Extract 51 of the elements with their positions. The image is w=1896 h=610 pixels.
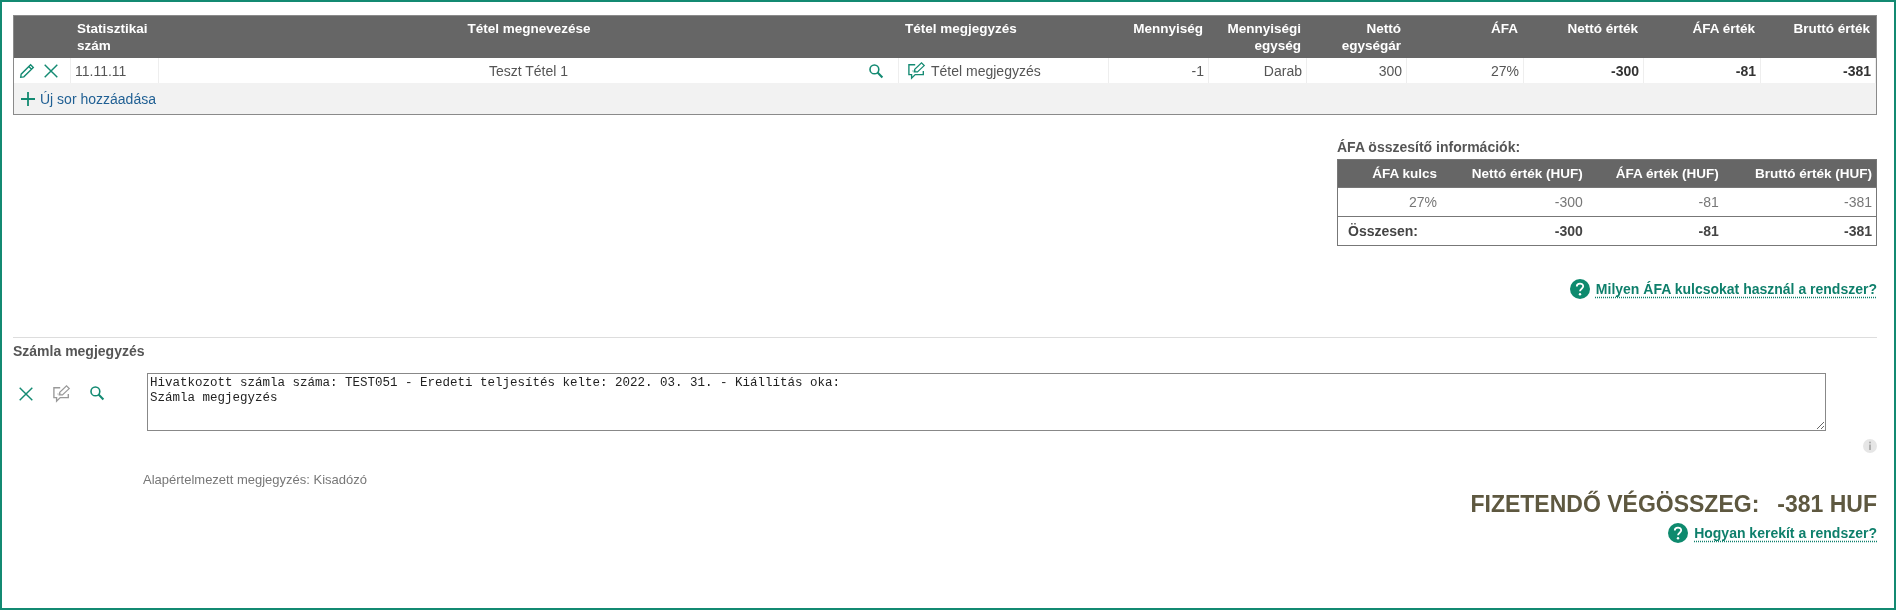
column-header: Nettó egységár	[1340, 20, 1401, 54]
column-header: ÁFA kulcs	[1337, 159, 1442, 188]
table-cell: Összesen:	[1337, 216, 1442, 246]
search-icon[interactable]	[868, 63, 884, 79]
section-title: Számla megjegyzés	[13, 343, 146, 359]
column-header: Nettó érték	[1567, 20, 1638, 37]
delete-icon[interactable]	[17, 385, 35, 403]
table-cell: -381	[1722, 216, 1877, 246]
help-icon[interactable]	[1569, 279, 1590, 299]
table-cell: 11.11.11	[75, 62, 127, 79]
note-field[interactable]: Hivatkozott számla száma: TEST051 - Eredeti teljesítés kelte: 2022. 03. 31. - Kiállítás oka: Számla megjegyzés	[147, 373, 1826, 431]
total-amount: -381 HUF	[1777, 491, 1877, 518]
column-header: ÁFA érték	[1692, 20, 1755, 37]
table-cell: Darab	[1263, 62, 1302, 79]
table-cell: -381	[1722, 187, 1877, 217]
info-icon[interactable]	[1863, 439, 1877, 453]
table-cell: 300	[1378, 62, 1402, 79]
help-link[interactable]: Hogyan kerekít a rendszer?	[1694, 525, 1877, 541]
column-header: Mennyiségi egység	[1226, 20, 1301, 54]
search-icon[interactable]	[89, 385, 105, 401]
help-icon[interactable]	[1668, 523, 1689, 543]
help-link[interactable]: Milyen ÁFA kulcsokat használ a rendszer?	[1595, 281, 1877, 297]
column-header: Mennyiség	[1133, 20, 1203, 37]
note-edit-icon[interactable]	[907, 61, 927, 80]
table-cell: -81	[1586, 216, 1723, 246]
column-header: ÁFA	[1491, 20, 1518, 37]
pencil-icon[interactable]	[18, 61, 36, 80]
default-note: Alapértelmezett megjegyzés: Kisadózó	[143, 472, 368, 487]
section-title: ÁFA összesítő információk:	[1337, 139, 1522, 155]
table-cell: -81	[1586, 187, 1723, 217]
column-header: Statisztikai szám	[77, 20, 149, 54]
table-cell: -300	[1441, 187, 1587, 217]
add-row-link[interactable]: Új sor hozzáadása	[40, 90, 156, 107]
table-cell: -381	[1842, 62, 1871, 79]
column-header: Tétel megjegyzés	[905, 20, 1017, 37]
table-cell: Tétel megjegyzés	[931, 62, 1041, 79]
column-header: Bruttó érték (HUF)	[1722, 159, 1877, 188]
table-cell: 27%	[1490, 62, 1519, 79]
table-cell: -300	[1610, 62, 1639, 79]
table-cell: 27%	[1337, 187, 1442, 217]
column-header: Tétel megnevezése	[467, 20, 591, 37]
total-label: FIZETENDŐ VÉGÖSSZEG:	[1470, 491, 1760, 518]
column-header: Bruttó érték	[1793, 20, 1870, 37]
plus-icon[interactable]	[20, 90, 36, 107]
column-header: ÁFA érték (HUF)	[1586, 159, 1723, 188]
table-cell: -81	[1735, 62, 1756, 79]
table-cell: -300	[1441, 216, 1587, 246]
table-cell: Teszt Tétel 1	[488, 62, 569, 79]
column-header: Nettó érték (HUF)	[1441, 159, 1587, 188]
table-cell: -1	[1191, 62, 1204, 79]
delete-icon[interactable]	[42, 61, 60, 80]
